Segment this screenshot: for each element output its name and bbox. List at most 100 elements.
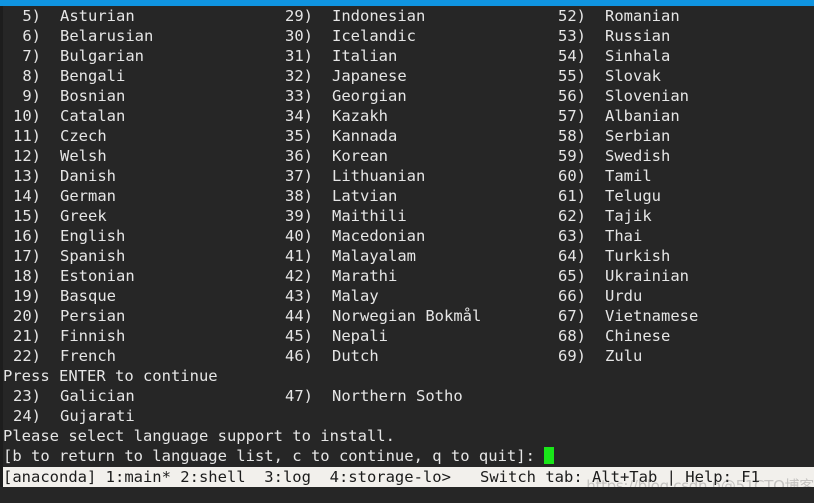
item-label: Norwegian Bokmål: [332, 307, 482, 325]
list-item[interactable]: 29) Indonesian: [275, 6, 425, 26]
list-item[interactable]: 63) Thai: [548, 226, 642, 246]
list-item[interactable]: 69) Zulu: [548, 346, 642, 366]
list-item[interactable]: 57) Albanian: [548, 106, 680, 126]
item-number: 65): [558, 267, 586, 285]
item-label: French: [60, 347, 116, 365]
language-row: 16) English 40) Macedonian 63) Thai: [3, 226, 814, 246]
status-bar-hints: Switch tab: Alt+Tab | Help: F1: [480, 468, 760, 486]
list-item[interactable]: 41) Malayalam: [275, 246, 416, 266]
list-item[interactable]: 35) Kannada: [275, 126, 397, 146]
list-item[interactable]: 67) Vietnamese: [548, 306, 698, 326]
item-label: Georgian: [332, 87, 407, 105]
list-item[interactable]: 47) Northern Sotho: [275, 386, 463, 406]
item-number: 21): [13, 327, 41, 345]
language-row: 15) Greek 39) Maithili 62) Tajik: [3, 206, 814, 226]
press-enter-line: Press ENTER to continue: [3, 366, 814, 386]
language-row: 23) Galician 47) Northern Sotho: [3, 386, 814, 406]
language-row: 12) Welsh 36) Korean 59) Swedish: [3, 146, 814, 166]
status-bar-tabs[interactable]: [anaconda] 1:main* 2:shell 3:log 4:stora…: [3, 467, 451, 487]
list-item[interactable]: 68) Chinese: [548, 326, 670, 346]
item-label: Slovak: [605, 67, 661, 85]
language-row: 5) Asturian 29) Indonesian 52) Romanian: [3, 6, 814, 26]
list-item[interactable]: 45) Nepali: [275, 326, 388, 346]
list-item[interactable]: 64) Turkish: [548, 246, 670, 266]
language-row: 20) Persian 44) Norwegian Bokmål 67) Vietna…: [3, 306, 814, 326]
list-item[interactable]: 44) Norwegian Bokmål: [275, 306, 481, 326]
item-number: 44): [285, 307, 313, 325]
list-item[interactable]: 59) Swedish: [548, 146, 670, 166]
list-item[interactable]: 13) Danish: [3, 166, 116, 186]
list-item[interactable]: 9) Bosnian: [3, 86, 125, 106]
item-number: 60): [558, 167, 586, 185]
list-item[interactable]: 43) Malay: [275, 286, 379, 306]
list-item[interactable]: 30) Icelandic: [275, 26, 416, 46]
list-item[interactable]: 18) Estonian: [3, 266, 135, 286]
item-label: Telugu: [605, 187, 661, 205]
list-item[interactable]: 23) Galician: [3, 386, 135, 406]
list-item[interactable]: 53) Russian: [548, 26, 670, 46]
item-label: Lithuanian: [332, 167, 426, 185]
list-item[interactable]: 65) Ukrainian: [548, 266, 689, 286]
item-label: Latvian: [332, 187, 398, 205]
list-item[interactable]: 39) Maithili: [275, 206, 407, 226]
list-item[interactable]: 52) Romanian: [548, 6, 680, 26]
list-item[interactable]: 56) Slovenian: [548, 86, 689, 106]
list-item[interactable]: 5) Asturian: [3, 6, 134, 26]
item-number: 45): [285, 327, 313, 345]
list-item[interactable]: 21) Finnish: [3, 326, 125, 346]
list-item[interactable]: 19) Basque: [3, 286, 116, 306]
list-item[interactable]: 62) Tajik: [548, 206, 652, 226]
item-label: Malayalam: [332, 247, 416, 265]
item-label: Belarusian: [60, 27, 154, 45]
list-item[interactable]: 10) Catalan: [3, 106, 125, 126]
list-item[interactable]: 17) Spanish: [3, 246, 125, 266]
list-item[interactable]: 46) Dutch: [275, 346, 379, 366]
item-number: 24): [13, 407, 41, 425]
text-cursor[interactable]: [543, 447, 554, 464]
list-item[interactable]: 22) French: [3, 346, 116, 366]
list-item[interactable]: 37) Lithuanian: [275, 166, 425, 186]
language-row: 10) Catalan 34) Kazakh 57) Albanian: [3, 106, 814, 126]
item-label: Marathi: [332, 267, 398, 285]
list-item[interactable]: 42) Marathi: [275, 266, 397, 286]
language-row: 21) Finnish 45) Nepali 68) Chinese: [3, 326, 814, 346]
list-item[interactable]: 16) English: [3, 226, 125, 246]
list-item[interactable]: 58) Serbian: [548, 126, 670, 146]
list-item[interactable]: 36) Korean: [275, 146, 388, 166]
list-item[interactable]: 33) Georgian: [275, 86, 407, 106]
list-item[interactable]: 34) Kazakh: [275, 106, 388, 126]
item-label: Zulu: [605, 347, 643, 365]
list-item[interactable]: 8) Bengali: [3, 66, 125, 86]
list-item[interactable]: 40) Macedonian: [275, 226, 425, 246]
list-item[interactable]: 11) Czech: [3, 126, 107, 146]
list-item[interactable]: 15) Greek: [3, 206, 107, 226]
list-item[interactable]: 32) Japanese: [275, 66, 407, 86]
list-item[interactable]: 38) Latvian: [275, 186, 397, 206]
item-number: 38): [285, 187, 313, 205]
list-item[interactable]: 12) Welsh: [3, 146, 107, 166]
list-item[interactable]: 7) Bulgarian: [3, 46, 144, 66]
list-item[interactable]: 55) Slovak: [548, 66, 661, 86]
list-item[interactable]: 6) Belarusian: [3, 26, 153, 46]
list-item[interactable]: 61) Telugu: [548, 186, 661, 206]
instruction-line: Please select language support to instal…: [3, 426, 814, 446]
list-item[interactable]: 14) German: [3, 186, 116, 206]
item-number: 41): [285, 247, 313, 265]
item-label: Tamil: [605, 167, 652, 185]
list-item[interactable]: 31) Italian: [275, 46, 397, 66]
list-item[interactable]: 66) Urdu: [548, 286, 642, 306]
item-number: 53): [558, 27, 586, 45]
item-label: Estonian: [60, 267, 135, 285]
item-number: 62): [558, 207, 586, 225]
status-bar: [anaconda] 1:main* 2:shell 3:log 4:stora…: [3, 467, 814, 487]
item-label: Persian: [60, 307, 126, 325]
item-number: 37): [285, 167, 313, 185]
item-label: Korean: [332, 147, 388, 165]
list-item[interactable]: 24) Gujarati: [3, 406, 135, 426]
prompt-line[interactable]: [b to return to language list, c to cont…: [3, 446, 814, 466]
list-item[interactable]: 54) Sinhala: [548, 46, 670, 66]
language-row: 8) Bengali 32) Japanese 55) Slovak: [3, 66, 814, 86]
item-label: Greek: [60, 207, 107, 225]
list-item[interactable]: 20) Persian: [3, 306, 125, 326]
list-item[interactable]: 60) Tamil: [548, 166, 652, 186]
